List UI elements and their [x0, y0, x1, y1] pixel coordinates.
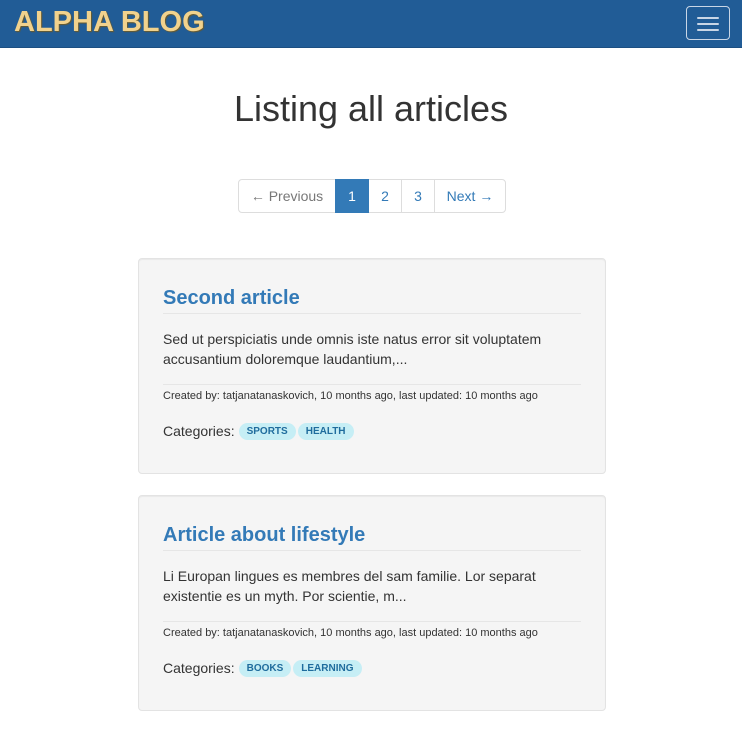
pagination-next[interactable]: Next →	[434, 179, 506, 213]
hamburger-menu-icon[interactable]	[686, 6, 730, 40]
divider	[163, 621, 581, 622]
article-title-link[interactable]: Article about lifestyle	[163, 522, 581, 548]
category-badge-sports[interactable]: SPORTS	[238, 422, 296, 440]
hamburger-bar	[697, 17, 719, 19]
category-badge-health[interactable]: HEALTH	[297, 422, 354, 440]
article-categories: Categories: BOOKS LEARNING	[163, 659, 364, 677]
hamburger-bar	[697, 29, 719, 31]
pagination-page-2[interactable]: 2	[368, 179, 402, 213]
pagination-previous[interactable]: ← Previous	[238, 179, 336, 213]
categories-label: Categories:	[163, 660, 235, 676]
divider	[163, 384, 581, 385]
pagination-page-3[interactable]: 3	[401, 179, 435, 213]
article-card: Second article Sed ut perspiciatis unde …	[138, 258, 606, 474]
brand-logo-link[interactable]: ALPHA BLOG	[14, 5, 205, 39]
pagination-page-1[interactable]: 1	[335, 179, 369, 213]
category-badge-learning[interactable]: LEARNING	[293, 659, 362, 677]
pagination: ← Previous 1 2 3 Next →	[238, 179, 506, 213]
article-excerpt: Sed ut perspiciatis unde omnis iste natu…	[163, 331, 542, 367]
article-card: Article about lifestyle Li Europan lingu…	[138, 495, 606, 711]
article-meta: Created by: tatjanatanaskovich, 10 month…	[163, 627, 538, 639]
article-title-link[interactable]: Second article	[163, 285, 581, 311]
divider	[163, 550, 581, 551]
article-excerpt: Li Europan lingues es membres del sam fa…	[163, 568, 536, 604]
hamburger-bar	[697, 23, 719, 25]
page-title: Listing all articles	[233, 88, 509, 129]
divider	[163, 313, 581, 314]
category-badge-books[interactable]: BOOKS	[238, 659, 292, 677]
categories-label: Categories:	[163, 423, 235, 439]
article-meta: Created by: tatjanatanaskovich, 10 month…	[163, 390, 538, 402]
navbar: ALPHA BLOG	[0, 0, 742, 48]
article-categories: Categories: SPORTS HEALTH	[163, 422, 356, 440]
